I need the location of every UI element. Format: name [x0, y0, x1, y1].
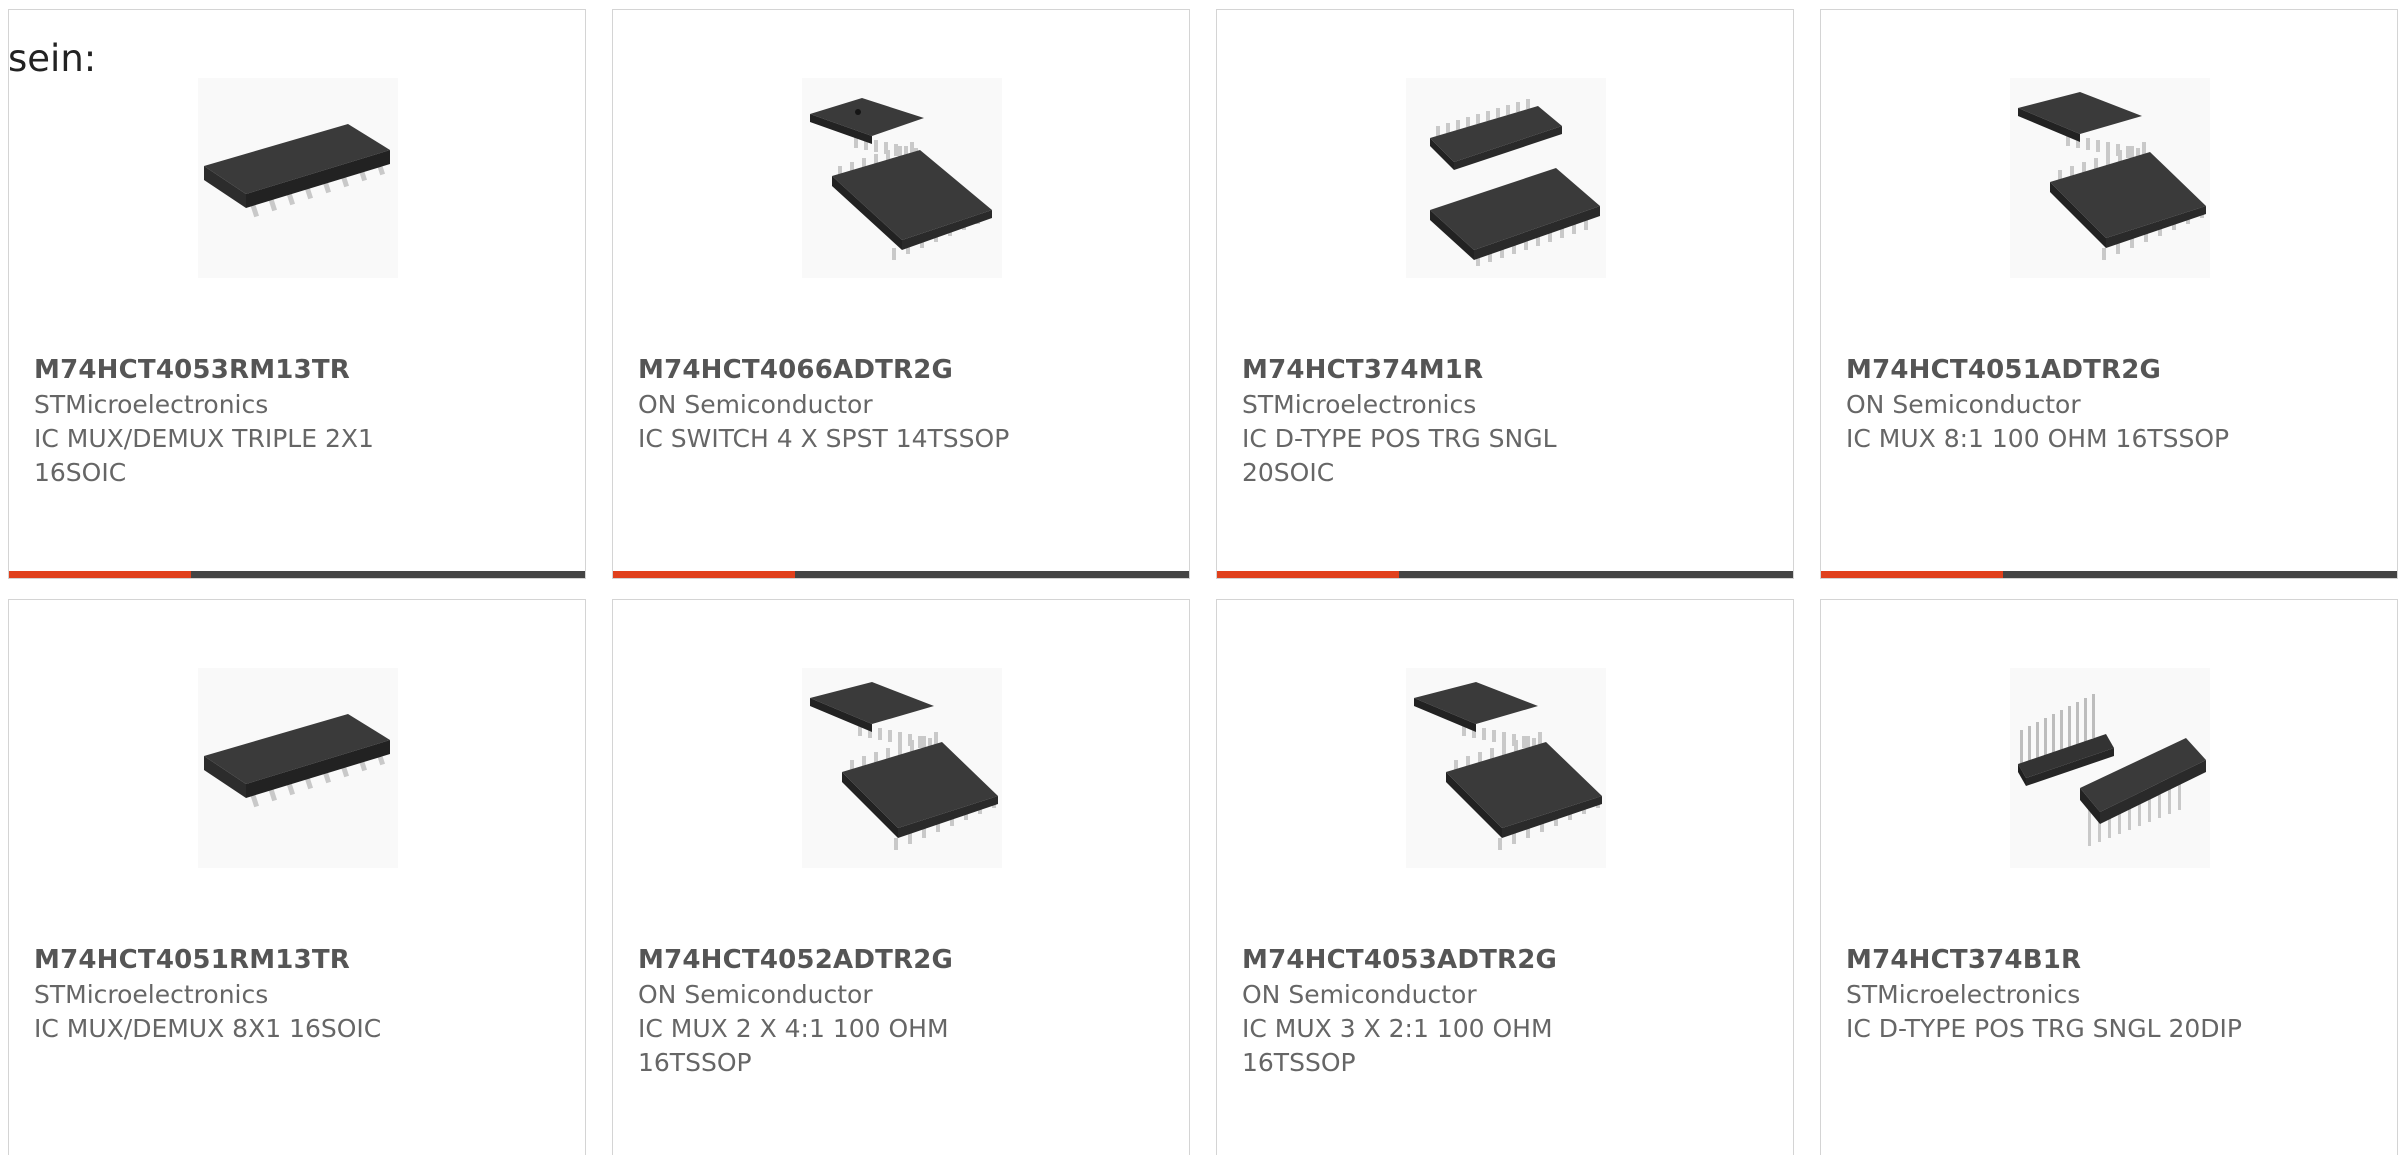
description: IC D-TYPE POS TRG SNGL 20DIP — [1846, 1014, 2242, 1043]
product-image[interactable] — [2010, 78, 2210, 278]
product-card[interactable]: M74HCT4053ADTR2G ON Semiconductor IC MUX… — [1216, 599, 1794, 1155]
product-image[interactable] — [2010, 668, 2210, 868]
page: sein: M74HCT4053RM13TR STMicroelectronic… — [0, 0, 2400, 1155]
product-card[interactable]: M74HCT4051RM13TR STMicroelectronics IC M… — [8, 599, 586, 1155]
description: IC D-TYPE POS TRG SNGL 20SOIC — [1242, 424, 1557, 487]
manufacturer: ON Semiconductor — [638, 390, 873, 419]
manufacturer: ON Semiconductor — [1242, 980, 1477, 1009]
manufacturer: ON Semiconductor — [638, 980, 873, 1009]
part-number[interactable]: M74HCT4051ADTR2G — [1846, 353, 2161, 387]
product-grid: M74HCT4053RM13TR STMicroelectronics IC M… — [8, 9, 2400, 1155]
product-card[interactable]: M74HCT4051ADTR2G ON Semiconductor IC MUX… — [1820, 9, 2398, 579]
tssop-16-chip-pair-icon — [2018, 92, 2206, 260]
manufacturer: STMicroelectronics — [1846, 980, 2081, 1009]
description: IC MUX 3 X 2:1 100 OHM 16TSSOP — [1242, 1014, 1553, 1077]
card-progress-bar — [9, 571, 585, 578]
product-image[interactable] — [198, 668, 398, 868]
part-number[interactable]: M74HCT4052ADTR2G — [638, 943, 953, 977]
tssop-16-chip-pair-icon — [810, 682, 998, 850]
part-number[interactable]: M74HCT4053RM13TR — [34, 353, 350, 387]
card-bar-accent — [9, 571, 191, 578]
card-progress-bar — [1821, 571, 2397, 578]
product-card[interactable]: M74HCT374B1R STMicroelectronics IC D-TYP… — [1820, 599, 2398, 1155]
manufacturer: ON Semiconductor — [1846, 390, 2081, 419]
manufacturer: STMicroelectronics — [34, 390, 269, 419]
part-number[interactable]: M74HCT4053ADTR2G — [1242, 943, 1557, 977]
product-image[interactable] — [198, 78, 398, 278]
part-number[interactable]: M74HCT4066ADTR2G — [638, 353, 953, 387]
part-number[interactable]: M74HCT374M1R — [1242, 353, 1483, 387]
tssop-16-chip-pair-icon — [1414, 682, 1602, 850]
product-card[interactable]: M74HCT4066ADTR2G ON Semiconductor IC SWI… — [612, 9, 1190, 579]
product-image[interactable] — [1406, 668, 1606, 868]
card-progress-bar — [613, 571, 1189, 578]
card-bar-accent — [613, 571, 795, 578]
part-number[interactable]: M74HCT4051RM13TR — [34, 943, 350, 977]
product-image[interactable] — [802, 78, 1002, 278]
soic-16-chip-icon — [204, 714, 390, 808]
product-image[interactable] — [1406, 78, 1606, 278]
description: IC MUX 2 X 4:1 100 OHM 16TSSOP — [638, 1014, 949, 1077]
card-bar-accent — [1217, 571, 1399, 578]
card-bar-accent — [1821, 571, 2003, 578]
tssop-14-chip-pair-icon — [810, 98, 992, 260]
product-card[interactable]: M74HCT4053RM13TR STMicroelectronics IC M… — [8, 9, 586, 579]
part-number[interactable]: M74HCT374B1R — [1846, 943, 2081, 977]
manufacturer: STMicroelectronics — [1242, 390, 1477, 419]
manufacturer: STMicroelectronics — [34, 980, 269, 1009]
intro-text: sein: — [8, 37, 97, 80]
product-image[interactable] — [802, 668, 1002, 868]
product-card[interactable]: M74HCT374M1R STMicroelectronics IC D-TYP… — [1216, 9, 1794, 579]
soic-16-chip-icon — [204, 124, 390, 218]
description: IC SWITCH 4 X SPST 14TSSOP — [638, 424, 1010, 453]
dip-20-chip-pair-icon — [2018, 694, 2206, 846]
description: IC MUX 8:1 100 OHM 16TSSOP — [1846, 424, 2230, 453]
card-progress-bar — [1217, 571, 1793, 578]
description: IC MUX/DEMUX 8X1 16SOIC — [34, 1014, 382, 1043]
product-card[interactable]: M74HCT4052ADTR2G ON Semiconductor IC MUX… — [612, 599, 1190, 1155]
soic-20-chip-pair-icon — [1430, 99, 1600, 266]
description: IC MUX/DEMUX TRIPLE 2X1 16SOIC — [34, 424, 374, 487]
